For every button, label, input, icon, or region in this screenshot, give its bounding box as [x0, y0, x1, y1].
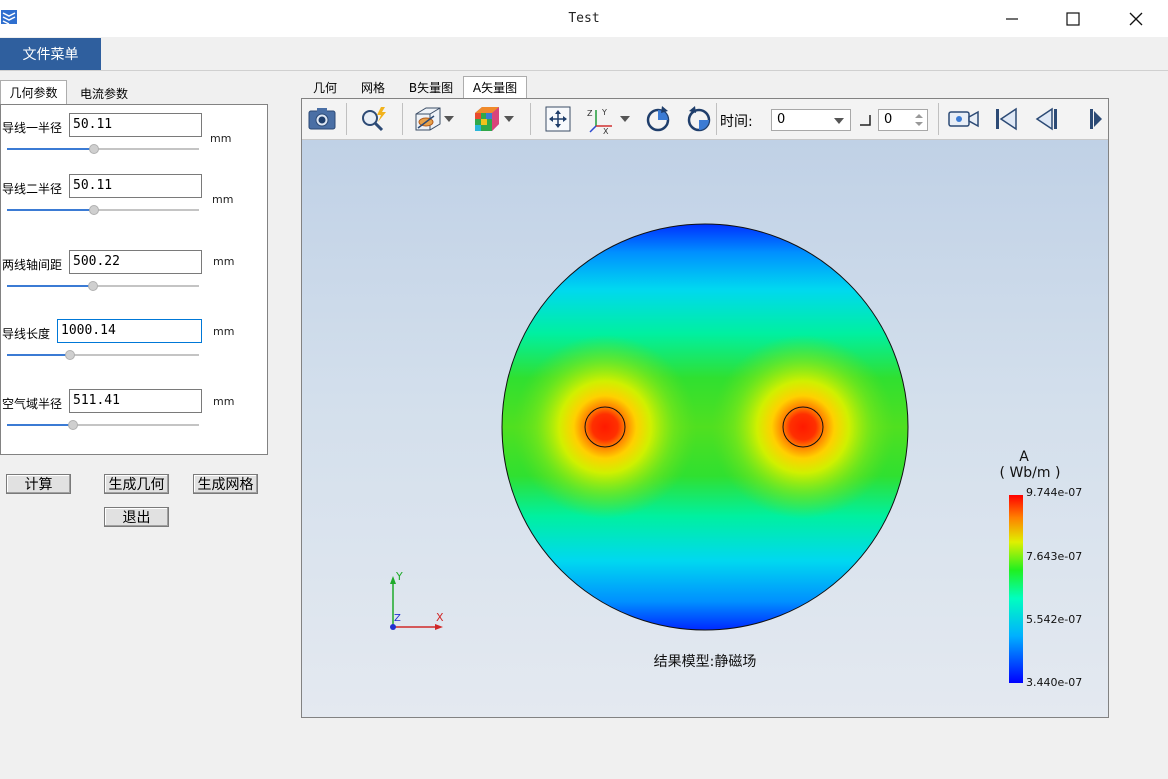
- slider-fill: [7, 424, 73, 426]
- rotate-ccw-icon[interactable]: [683, 103, 715, 135]
- viewer-toolbar: ZY X 时间: 0 0: [302, 99, 1108, 140]
- probe-icon[interactable]: [358, 103, 390, 135]
- slider-fill: [7, 209, 93, 211]
- tab-geometry[interactable]: 几何: [304, 76, 346, 98]
- tab-current-params[interactable]: 电流参数: [69, 81, 139, 105]
- svg-text:X: X: [603, 127, 609, 134]
- close-icon: [1129, 12, 1143, 25]
- svg-text:Y: Y: [601, 108, 607, 117]
- display-mode-icon[interactable]: [412, 103, 444, 135]
- legend-tick: 5.542e-07: [1026, 613, 1082, 626]
- air-domain-radius-slider[interactable]: [7, 420, 199, 430]
- slider-fill: [7, 148, 93, 150]
- fit-view-icon[interactable]: [542, 103, 574, 135]
- menu-divider: [0, 70, 1168, 71]
- wire-length-input[interactable]: 1000.14: [57, 319, 202, 343]
- wire2-radius-slider[interactable]: [7, 205, 199, 215]
- field-label: 导线长度: [2, 327, 51, 341]
- axis-distance-input[interactable]: 500.22: [69, 250, 202, 274]
- axis-distance-slider[interactable]: [7, 281, 199, 291]
- time-label: 时间:: [720, 114, 753, 130]
- slider-thumb[interactable]: [89, 205, 99, 215]
- unit-label: mm: [212, 193, 234, 206]
- chevron-down-icon[interactable]: [442, 103, 456, 135]
- toolbar-divider: [402, 103, 403, 135]
- close-button[interactable]: [1106, 0, 1166, 37]
- generate-geometry-button[interactable]: 生成几何: [104, 474, 169, 494]
- axis-z-dot: [390, 624, 396, 630]
- tab-mesh[interactable]: 网格: [352, 76, 394, 98]
- rotate-cw-icon[interactable]: [642, 103, 674, 135]
- step-value: 0: [884, 112, 893, 127]
- camera-icon[interactable]: [306, 103, 338, 135]
- legend-unit: ( Wb/m ): [1000, 465, 1061, 481]
- field-label: 空气域半径: [2, 397, 63, 411]
- slider-thumb[interactable]: [65, 350, 75, 360]
- exit-button[interactable]: 退出: [104, 507, 169, 527]
- axes-orientation-icon[interactable]: ZY X: [585, 103, 617, 135]
- chevron-down-icon[interactable]: [502, 103, 516, 135]
- tab-b-vector[interactable]: B矢量图: [400, 76, 462, 98]
- geometry-params-panel: 导线一半径 50.11 mm 导线二半径 50.11 mm 两线轴间距 500.…: [0, 104, 268, 455]
- legend-tick: 7.643e-07: [1026, 550, 1082, 563]
- chevron-down-icon[interactable]: [618, 103, 632, 135]
- slider-thumb[interactable]: [89, 144, 99, 154]
- wire-length-slider[interactable]: [7, 350, 199, 360]
- wire1-radius-input[interactable]: 50.11: [69, 113, 202, 137]
- step-spinbox[interactable]: 0: [878, 109, 928, 131]
- hotspot-right: [711, 335, 895, 519]
- field-label: 两线轴间距: [2, 258, 63, 272]
- legend-tick: 3.440e-07: [1026, 676, 1082, 689]
- axis-y-label: Y: [395, 570, 403, 583]
- minimize-button[interactable]: [982, 0, 1042, 37]
- slider-fill: [7, 354, 70, 356]
- plot-canvas[interactable]: Y X Z A ( Wb/m ) 9.744e-07 7.643e-07 5.5…: [302, 140, 1108, 717]
- field-label: 导线一半径: [2, 121, 63, 135]
- maximize-button[interactable]: [1043, 0, 1103, 37]
- time-select[interactable]: 0: [771, 109, 851, 131]
- tab-a-vector[interactable]: A矢量图: [463, 76, 527, 98]
- generate-mesh-button[interactable]: 生成网格: [193, 474, 258, 494]
- first-frame-icon[interactable]: [990, 103, 1022, 135]
- record-camera-icon[interactable]: [948, 103, 980, 135]
- minimize-icon: [1006, 17, 1018, 20]
- result-model-label: 结果模型:静磁场: [653, 654, 757, 670]
- unit-label: mm: [213, 255, 235, 268]
- time-value: 0: [777, 112, 786, 127]
- maximize-icon: [1066, 11, 1080, 26]
- file-menu-button[interactable]: 文件菜单: [0, 38, 101, 70]
- slider-thumb[interactable]: [88, 281, 98, 291]
- field-label: 导线二半径: [2, 182, 63, 196]
- step-icon: [858, 113, 872, 130]
- wire1-radius-slider[interactable]: [7, 144, 199, 154]
- unit-label: mm: [213, 395, 235, 408]
- slider-thumb[interactable]: [68, 420, 78, 430]
- axis-x-arrow: [435, 624, 443, 630]
- title-bar: Test: [0, 0, 1168, 37]
- air-domain-radius-input[interactable]: 511.41: [69, 389, 202, 413]
- legend-tick: 9.744e-07: [1026, 486, 1082, 499]
- compute-button[interactable]: 计算: [6, 474, 71, 494]
- spin-arrows-icon[interactable]: [915, 113, 923, 127]
- toolbar-divider: [346, 103, 347, 135]
- hotspot-left: [513, 335, 697, 519]
- toolbar-divider: [530, 103, 531, 135]
- toolbar-divider: [938, 103, 939, 135]
- field-plot: Y X Z A ( Wb/m ) 9.744e-07 7.643e-07 5.5…: [390, 223, 1082, 689]
- toolbar-divider: [716, 103, 717, 135]
- tab-geometry-params[interactable]: 几何参数: [0, 80, 67, 104]
- prev-frame-icon[interactable]: [1030, 103, 1062, 135]
- wire2-radius-input[interactable]: 50.11: [69, 174, 202, 198]
- axis-x-label: X: [436, 611, 444, 624]
- unit-label: mm: [213, 325, 235, 338]
- svg-text:Z: Z: [587, 109, 593, 118]
- chevron-down-icon: [834, 118, 844, 124]
- result-viewer: ZYX 时间: 0 0 Y X Z A (Wb/m) 9.744e-07 7…: [301, 98, 1109, 718]
- color-cube-icon[interactable]: [470, 103, 502, 135]
- axis-z-label: Z: [394, 613, 401, 624]
- legend-title: A: [1019, 449, 1029, 465]
- next-frame-icon[interactable]: [1086, 103, 1106, 135]
- slider-fill: [7, 285, 92, 287]
- unit-label: mm: [210, 132, 232, 145]
